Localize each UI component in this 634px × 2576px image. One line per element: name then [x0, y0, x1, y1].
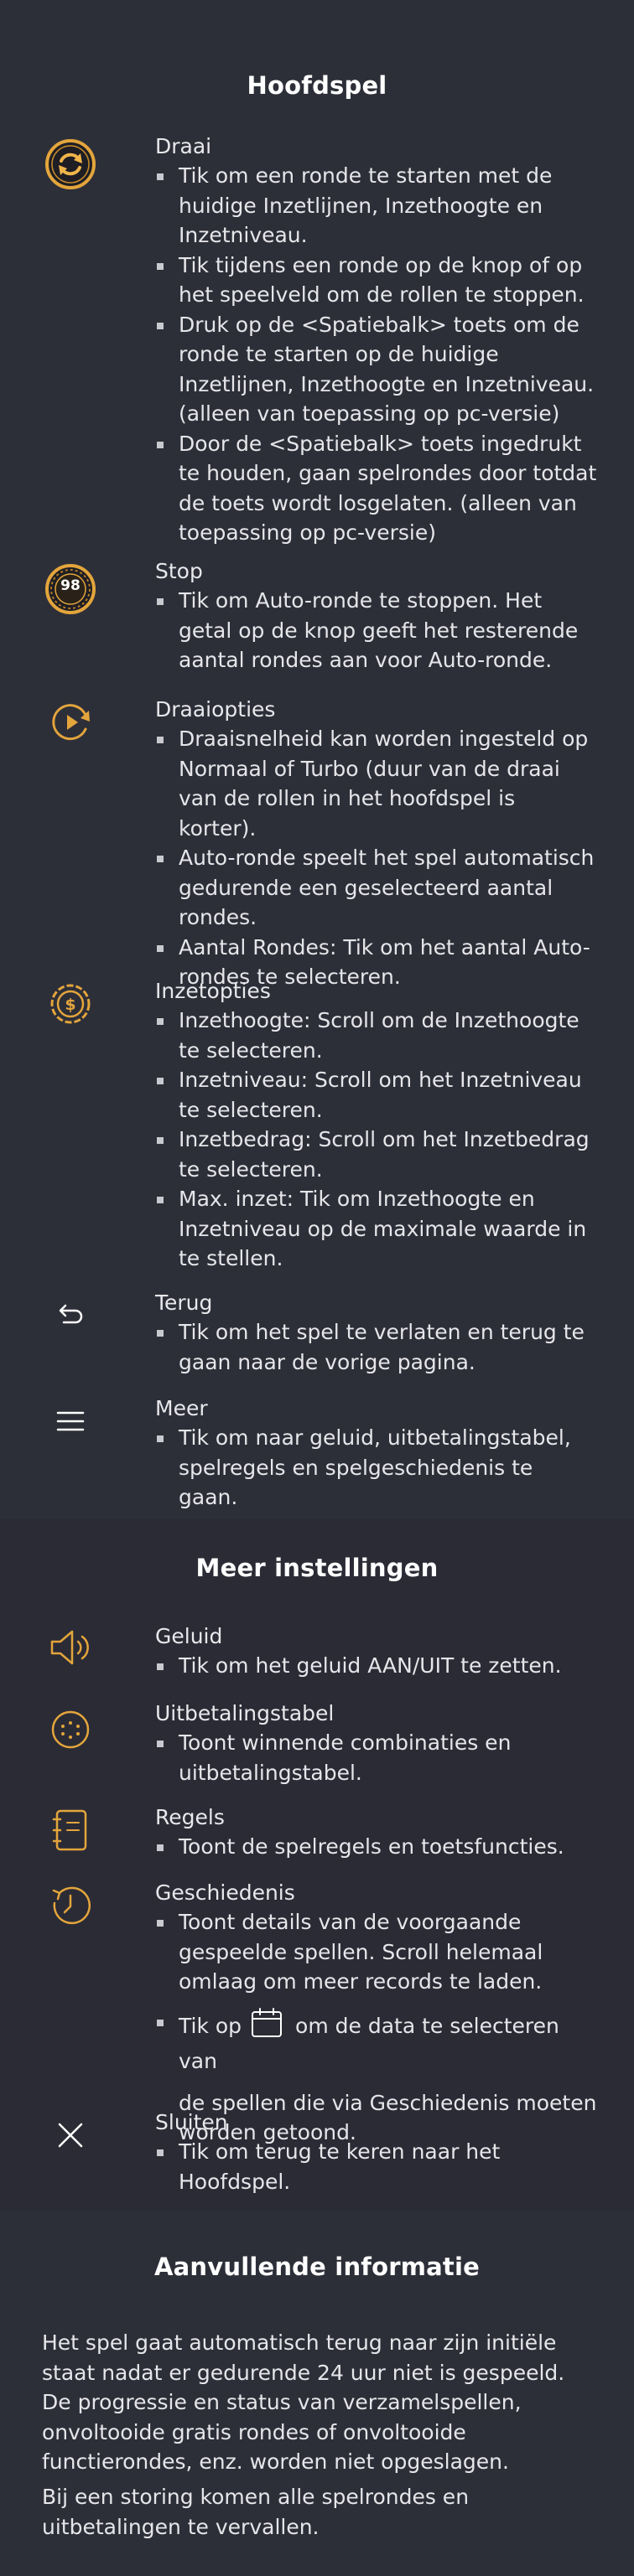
sound-title: Geluid [155, 1624, 223, 1648]
rules-icon [42, 1802, 99, 1859]
close-title: Sluiten [155, 2110, 228, 2134]
list-item: Tik om het spel te verlaten en terug te … [155, 1317, 597, 1377]
menu-icon [42, 1393, 99, 1450]
list-item: Tik om Auto-ronde te stoppen. Het getal … [155, 586, 597, 675]
list-item: Toont de spelregels en toetsfuncties. [155, 1832, 597, 1862]
additional-info-section: Aanvullende informatie Het spel gaat aut… [0, 2211, 634, 2576]
sound-bullets: Tik om het geluid AAN/UIT te zetten. [155, 1651, 597, 1681]
bet-options-title: Inzetopties [155, 979, 271, 1003]
additional-info-paragraph: Bij een storing komen alle spelrondes en… [42, 2485, 470, 2539]
close-icon [42, 2107, 99, 2164]
back-icon [42, 1285, 99, 1342]
rules-title: Regels [155, 1805, 225, 1829]
paytable-icon [42, 1701, 99, 1758]
list-item: Max. inzet: Tik om Inzethoogte en Inzetn… [155, 1184, 597, 1274]
stop-bullets: Tik om Auto-ronde te stoppen. Het getal … [155, 586, 597, 675]
list-item: Auto-ronde speelt het spel automatisch g… [155, 843, 597, 933]
close-bullets: Tik om terug te keren naar het Hoofdspel… [155, 2137, 597, 2196]
list-item: Draaisnelheid kan worden ingesteld op No… [155, 724, 597, 843]
more-settings-section: Meer instellingen Geluid Tik om het gelu… [0, 1518, 634, 2211]
list-item: Tik om terug te keren naar het Hoofdspel… [155, 2137, 597, 2196]
list-item: Druk op de <Spatiebalk> toets om de rond… [155, 310, 597, 429]
back-bullets: Tik om het spel te verlaten en terug te … [155, 1317, 597, 1377]
list-item: Tik om een ronde te starten met de huidi… [155, 161, 597, 251]
history-title: Geschiedenis [155, 1880, 295, 1905]
list-item: Door de <Spatiebalk> toets ingedrukt te … [155, 429, 597, 548]
list-item: Inzetbedrag: Scroll om het Inzetbedrag t… [155, 1125, 597, 1184]
spin-options-bullets: Draaisnelheid kan worden ingesteld op No… [155, 724, 597, 992]
more-settings-title: Meer instellingen [195, 1554, 439, 1582]
spin-icon [42, 136, 99, 193]
calendar-text-before: Tik op [179, 2013, 242, 2038]
rules-bullets: Toont de spelregels en toetsfuncties. [155, 1832, 597, 1862]
list-item: Toont winnende combinaties en uitbetalin… [155, 1728, 597, 1787]
spin-options-icon [42, 694, 99, 751]
list-item: Inzetniveau: Scroll om het Inzetniveau t… [155, 1065, 597, 1125]
back-title: Terug [155, 1291, 213, 1315]
main-game-section: Hoofdspel Draai Tik om een ronde te star… [0, 0, 634, 1518]
paytable-bullets: Toont winnende combinaties en uitbetalin… [155, 1728, 597, 1787]
stop-icon: 98 [42, 561, 99, 618]
sound-icon [42, 1619, 99, 1676]
list-item: Inzethoogte: Scroll om de Inzethoogte te… [155, 1006, 597, 1065]
more-bullets: Tik om naar geluid, uitbetalingstabel, s… [155, 1423, 597, 1513]
list-item: Tik om het geluid AAN/UIT te zetten. [155, 1651, 597, 1681]
calendar-icon[interactable] [250, 2007, 283, 2047]
list-item: Toont details van de voorgaande gespeeld… [155, 1907, 597, 1997]
spin-options-title: Draaiopties [155, 697, 276, 722]
bet-options-icon: $ [42, 975, 99, 1032]
spin-bullets: Tik om een ronde te starten met de huidi… [155, 161, 597, 548]
paytable-title: Uitbetalingstabel [155, 1701, 335, 1725]
bet-options-bullets: Inzethoogte: Scroll om de Inzethoogte te… [155, 1006, 597, 1274]
list-item: Tik tijdens een ronde op de knop of op h… [155, 251, 597, 310]
history-icon [42, 1877, 99, 1934]
svg-text:$: $ [65, 996, 75, 1014]
spin-title: Draai [155, 134, 212, 158]
list-item: Tik om naar geluid, uitbetalingstabel, s… [155, 1423, 597, 1513]
additional-info-title: Aanvullende informatie [153, 2253, 480, 2281]
more-title: Meer [155, 1396, 208, 1420]
additional-info-paragraph: Het spel gaat automatisch terug naar zij… [42, 2330, 565, 2474]
stop-icon-number: 98 [60, 577, 81, 594]
main-game-title: Hoofdspel [247, 71, 387, 100]
stop-title: Stop [155, 559, 203, 583]
